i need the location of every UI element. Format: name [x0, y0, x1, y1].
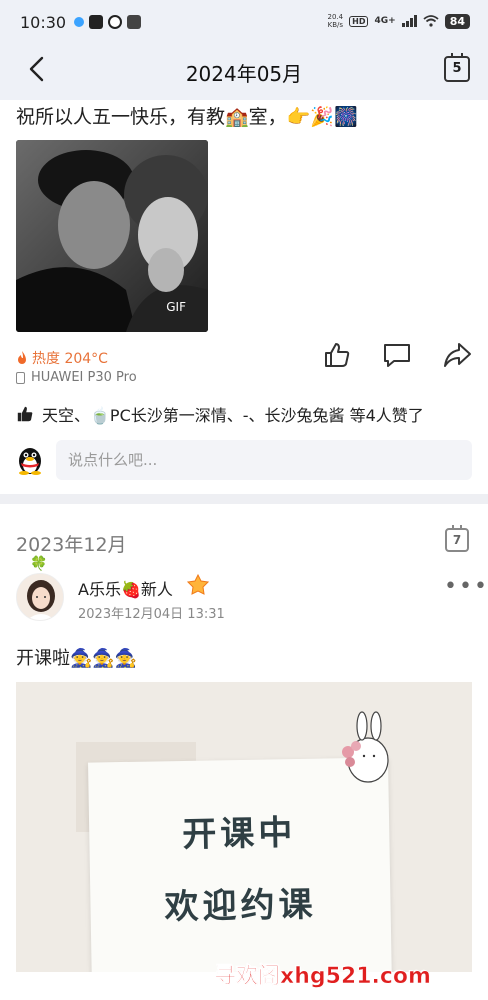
heat-text: 热度 204°C: [32, 351, 108, 367]
signal-type: 4G+: [374, 16, 396, 26]
app-screen: 10:30 20.4 KB/s HD 4G+ 84 2024年05月 5 祝所以…: [0, 0, 488, 1000]
app-notification-icon: [89, 15, 103, 29]
comment-button[interactable]: [382, 340, 412, 370]
user-name[interactable]: A乐乐🍓新人: [78, 576, 173, 600]
share-button[interactable]: [442, 340, 472, 370]
app-notification-icon: [127, 15, 141, 29]
penguin-icon: [19, 448, 41, 475]
post-gif-image[interactable]: GIF: [16, 140, 208, 332]
post-text: 开课啦🧙🧙🧙: [16, 648, 138, 669]
net-speed: 20.4 KB/s: [328, 13, 344, 29]
device-name: HUAWEI P30 Pro: [31, 370, 137, 385]
wifi-icon: [423, 15, 439, 27]
section-divider: [0, 494, 488, 504]
post-image[interactable]: 开课中 欢迎约课: [16, 682, 472, 972]
calendar-button[interactable]: 5: [444, 53, 470, 82]
comment-icon: [384, 344, 410, 367]
gif-label: GIF: [166, 300, 186, 314]
user-level-badge-icon: [186, 573, 210, 596]
avatar-image: [17, 574, 63, 620]
my-avatar: [16, 445, 44, 475]
thumbs-up-icon: [325, 343, 350, 367]
thumbs-up-filled-icon: [17, 406, 33, 422]
page-title: 2024年05月: [185, 62, 303, 86]
app-notification-icon: [108, 15, 122, 29]
watermark-text: 寻欢阁xhg521.com: [214, 964, 431, 990]
notification-icons: [74, 15, 141, 29]
phone-icon: [16, 371, 25, 384]
more-options-button[interactable]: •••: [444, 576, 488, 598]
net-speed-unit: KB/s: [327, 21, 344, 29]
poster-line-2: 欢迎约课: [164, 884, 317, 928]
user-avatar[interactable]: [16, 573, 64, 621]
month-label: 2023年12月: [16, 534, 127, 556]
signal-bars-icon: [401, 15, 417, 27]
bunny-icon: [342, 711, 389, 783]
calendar-button[interactable]: 7: [445, 525, 469, 552]
hd-badge: HD: [349, 15, 369, 27]
app-notification-icon: [74, 17, 84, 27]
post-date: 2023年12月04日 13:31: [78, 607, 225, 622]
comment-input[interactable]: [56, 440, 472, 480]
likes-list[interactable]: 天空、🍵PC长沙第一深情、-、长沙兔兔酱 等4人赞了: [16, 402, 424, 426]
device-info: HUAWEI P30 Pro: [16, 370, 137, 385]
clover-icon: 🍀: [30, 556, 48, 572]
poster-line-1: 开课中: [181, 813, 297, 855]
status-time: 10:30: [20, 13, 67, 32]
post-text: 祝所以人五一快乐，有教🏫室，👉🎉🎆: [16, 106, 358, 128]
net-speed-value: 20.4: [327, 13, 344, 21]
status-indicators: 20.4 KB/s HD 4G+ 84: [328, 13, 470, 29]
heat-indicator: 热度 204°C: [16, 348, 108, 368]
share-arrow-icon: [444, 343, 471, 367]
like-button[interactable]: [322, 340, 352, 370]
flame-icon: [18, 351, 26, 364]
likes-text: 天空、🍵PC长沙第一深情、-、长沙兔兔酱 等4人赞了: [42, 406, 424, 425]
battery-level: 84: [444, 13, 470, 29]
